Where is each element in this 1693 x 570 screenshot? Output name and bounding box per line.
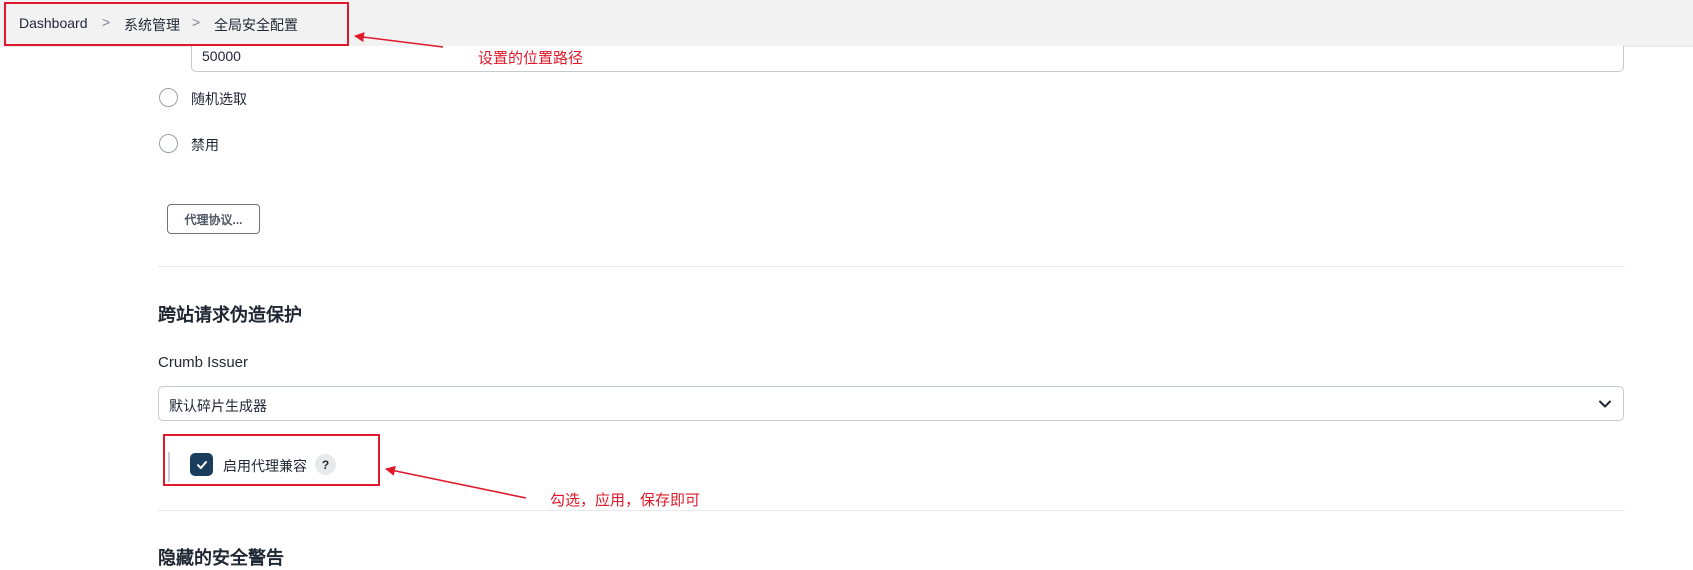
crumb-issuer-select[interactable]: 默认碎片生成器 <box>158 386 1624 421</box>
annotation-path-note: 设置的位置路径 <box>478 49 584 67</box>
radio-random-label: 随机选取 <box>191 91 247 107</box>
agent-protocols-button[interactable]: 代理协议... <box>167 204 260 234</box>
breadcrumb-highlight-box <box>4 2 349 46</box>
radio-disable-label: 禁用 <box>191 137 219 153</box>
annotation-check-note: 勾选，应用，保存即可 <box>550 491 701 509</box>
crumb-issuer-label: Crumb Issuer <box>158 354 249 371</box>
hidden-warnings-section-title: 隐藏的安全警告 <box>158 548 284 568</box>
arrow-to-checkbox <box>385 465 527 499</box>
radio-random[interactable] <box>159 88 178 107</box>
crumb-issuer-value: 默认碎片生成器 <box>169 398 267 414</box>
agent-port-input[interactable]: 50000 <box>191 46 1624 72</box>
section-divider <box>158 266 1625 267</box>
radio-disable[interactable] <box>159 134 178 153</box>
checkbox-highlight-box <box>163 434 380 486</box>
chevron-down-icon <box>1599 400 1611 408</box>
section-divider <box>158 510 1625 511</box>
csrf-section-title: 跨站请求伪造保护 <box>158 305 302 325</box>
